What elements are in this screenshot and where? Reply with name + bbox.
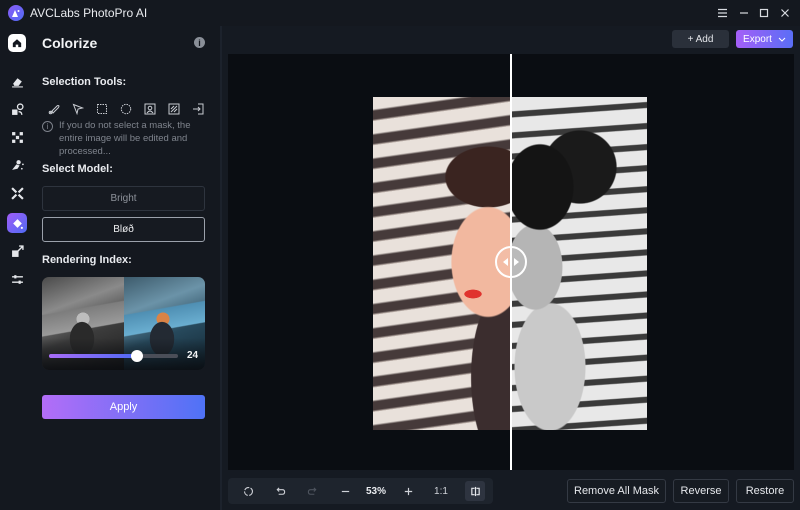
export-label: Export [743, 33, 772, 45]
portrait-select-icon[interactable] [138, 101, 162, 117]
rendering-preview: 24 [42, 277, 205, 370]
app-title: AVCLabs PhotoPro AI [30, 6, 148, 20]
rendering-index-label: Rendering Index: [42, 254, 132, 266]
info-icon[interactable]: i [194, 37, 205, 48]
tool-rail [0, 26, 34, 510]
chevron-down-icon [778, 37, 786, 42]
pointer-icon[interactable] [66, 101, 90, 117]
ellipse-select-icon[interactable] [114, 101, 138, 117]
invert-select-icon[interactable] [162, 101, 186, 117]
panel-title: Colorize [42, 35, 98, 51]
sliders-icon[interactable] [7, 269, 27, 289]
zoom-out-icon[interactable] [335, 478, 355, 504]
selection-tools [42, 101, 210, 117]
expand-icon[interactable] [7, 183, 27, 203]
actual-size-button[interactable]: 1:1 [430, 478, 452, 504]
grid-icon[interactable] [7, 127, 27, 147]
mask-hint: i If you do not select a mask, the entir… [42, 119, 212, 158]
zoom-in-icon[interactable] [398, 478, 418, 504]
view-toolbar: 53% 1:1 [228, 478, 493, 504]
shapes-icon[interactable] [7, 99, 27, 119]
colorized-image [373, 97, 510, 430]
zoom-level: 53% [365, 485, 386, 497]
image-canvas[interactable] [228, 54, 794, 470]
app-logo-icon [8, 5, 24, 21]
eraser-icon[interactable] [7, 71, 27, 91]
selection-tools-label: Selection Tools: [42, 76, 127, 88]
slider-fill [49, 354, 137, 358]
reset-icon[interactable] [238, 478, 258, 504]
undo-icon[interactable] [270, 478, 290, 504]
redo-icon[interactable] [302, 478, 322, 504]
export-button[interactable]: Export [736, 30, 793, 48]
sparkle-icon[interactable] [7, 155, 27, 175]
title-bar: AVCLabs PhotoPro AI [0, 0, 800, 26]
slider-thumb[interactable] [130, 350, 143, 362]
chevron-right-icon [514, 258, 519, 266]
menu-icon[interactable] [713, 4, 731, 22]
compare-view-icon[interactable] [465, 481, 485, 501]
brush-icon[interactable] [42, 101, 66, 117]
home-icon[interactable] [8, 34, 26, 52]
model-bright-button[interactable]: Bright [42, 186, 205, 211]
maximize-icon[interactable] [755, 4, 773, 22]
compare-handle[interactable] [495, 246, 527, 278]
resize-icon[interactable] [7, 241, 27, 261]
rendering-index-value: 24 [187, 350, 199, 361]
select-model-label: Select Model: [42, 163, 113, 175]
add-button[interactable]: + Add [672, 30, 729, 48]
hint-text: If you do not select a mask, the entire … [59, 120, 191, 157]
reverse-button[interactable]: Reverse [673, 479, 729, 503]
paint-bucket-icon[interactable] [7, 213, 27, 233]
apply-button[interactable]: Apply [42, 395, 205, 419]
chevron-left-icon [503, 258, 508, 266]
rendering-index-slider[interactable] [49, 350, 178, 362]
close-icon[interactable] [776, 4, 794, 22]
import-mask-icon[interactable] [186, 101, 210, 117]
main-area: + Add Export 53% 1:1 Remove All Mask Rev… [222, 26, 800, 510]
remove-all-mask-button[interactable]: Remove All Mask [567, 479, 666, 503]
model-blod-button[interactable]: Bløð [42, 217, 205, 242]
minimize-icon[interactable] [735, 4, 753, 22]
colorize-panel: Colorize i Selection Tools: i If you do … [34, 26, 220, 510]
original-image [510, 97, 647, 430]
restore-button[interactable]: Restore [736, 479, 794, 503]
rectangle-select-icon[interactable] [90, 101, 114, 117]
info-circle-icon: i [42, 121, 53, 132]
